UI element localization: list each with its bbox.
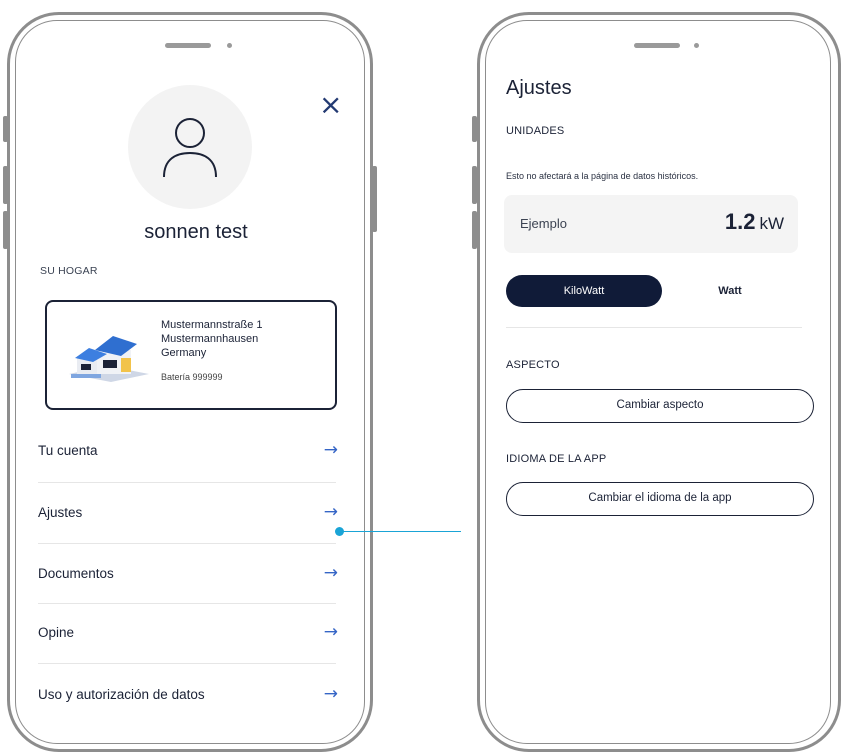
user-icon	[163, 118, 217, 178]
toggle-watt[interactable]: Watt	[672, 275, 788, 307]
connector-dot	[335, 527, 344, 536]
example-label: Ejemplo	[520, 216, 567, 231]
phone-screen-right: Ajustes UNIDADES Esto no afectará a la p…	[485, 20, 831, 744]
divider	[38, 482, 336, 483]
close-icon[interactable]: ×	[319, 91, 342, 119]
home-card[interactable]: Mustermannstraße 1 Mustermannhausen Germ…	[45, 300, 337, 410]
arrow-right-icon: →	[323, 622, 338, 642]
address-line: Mustermannstraße 1	[161, 319, 263, 331]
units-section-label: UNIDADES	[506, 125, 565, 137]
menu-item-account[interactable]: Tu cuenta →	[38, 433, 338, 473]
page-title: Ajustes	[506, 77, 572, 99]
language-section-label: IDIOMA DE LA APP	[506, 453, 607, 465]
divider	[38, 663, 336, 664]
menu-item-label: Documentos	[38, 566, 114, 581]
menu-item-settings[interactable]: Ajustes →	[38, 495, 338, 535]
toggle-kilowatt[interactable]: KiloWatt	[506, 275, 662, 307]
divider	[506, 327, 802, 328]
notch-dot	[227, 43, 232, 48]
notch-bar	[634, 43, 680, 48]
menu-item-label: Ajustes	[38, 505, 83, 520]
example-value: 1.2 kW	[725, 209, 784, 235]
user-name: sonnen test	[144, 221, 248, 243]
units-subtitle: Esto no afectará a la página de datos hi…	[506, 171, 699, 181]
example-number: 1.2	[724, 209, 756, 234]
home-section-label: SU HOGAR	[40, 265, 98, 277]
arrow-right-icon: →	[323, 684, 338, 704]
home-address: Mustermannstraße 1 Mustermannhausen Germ…	[161, 318, 262, 360]
phone-screen-left: × sonnen test SU HOGAR Mustermannstraße …	[15, 20, 365, 744]
battery-id: Batería 999999	[161, 372, 223, 382]
appearance-section-label: ASPECTO	[506, 359, 560, 371]
arrow-right-icon: →	[323, 502, 338, 522]
example-unit: kW	[759, 214, 784, 233]
divider	[38, 603, 336, 604]
menu-item-data-usage[interactable]: Uso y autorización de datos →	[38, 677, 338, 717]
unit-example-box: Ejemplo 1.2 kW	[504, 195, 798, 253]
arrow-right-icon: →	[323, 440, 338, 460]
menu-item-documents[interactable]: Documentos →	[38, 556, 338, 596]
menu-item-label: Uso y autorización de datos	[38, 687, 205, 702]
address-line: Germany	[161, 347, 207, 359]
menu-item-feedback[interactable]: Opine →	[38, 615, 338, 655]
house-icon	[69, 336, 149, 382]
connector-line	[340, 531, 461, 532]
notch-dot	[694, 43, 699, 48]
menu-item-label: Opine	[38, 625, 75, 640]
menu-item-label: Tu cuenta	[38, 443, 98, 458]
change-appearance-button[interactable]: Cambiar aspecto	[506, 389, 814, 423]
change-language-button[interactable]: Cambiar el idioma de la app	[506, 482, 814, 516]
avatar	[128, 85, 252, 209]
divider	[38, 543, 336, 544]
arrow-right-icon: →	[323, 563, 338, 583]
notch-bar	[165, 43, 211, 48]
address-line: Mustermannhausen	[161, 333, 259, 345]
